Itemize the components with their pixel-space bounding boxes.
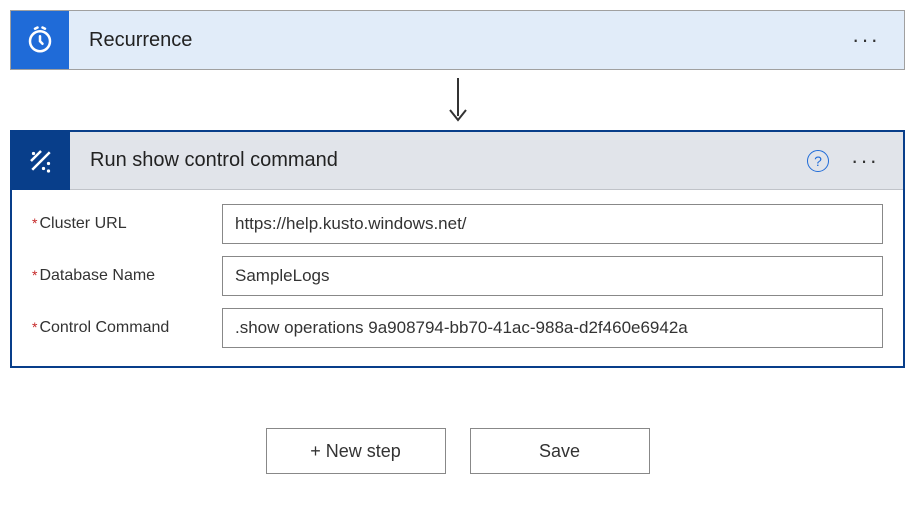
trigger-header: Recurrence ··· [11, 11, 904, 69]
more-icon[interactable]: ··· [848, 29, 884, 51]
new-step-button[interactable]: + New step [266, 428, 446, 474]
action-card: Run show control command ? ··· *Cluster … [10, 130, 905, 368]
flow-arrow [10, 70, 905, 130]
label-text: Cluster URL [39, 215, 126, 232]
schedule-icon [11, 11, 69, 69]
action-title: Run show control command [70, 149, 807, 172]
action-header[interactable]: Run show control command ? ··· [12, 132, 903, 190]
footer-buttons: + New step Save [10, 428, 905, 474]
database-name-label: *Database Name [32, 267, 222, 285]
field-row-database-name: *Database Name [32, 256, 883, 296]
label-text: Control Command [39, 319, 169, 336]
trigger-title: Recurrence [69, 29, 848, 52]
cluster-url-input[interactable] [222, 204, 883, 244]
help-icon[interactable]: ? [807, 150, 829, 172]
action-actions: ? ··· [807, 150, 903, 172]
kusto-icon [12, 132, 70, 190]
required-mark: * [32, 215, 37, 231]
more-icon[interactable]: ··· [847, 150, 883, 172]
trigger-actions: ··· [848, 29, 904, 51]
trigger-card[interactable]: Recurrence ··· [10, 10, 905, 70]
save-button[interactable]: Save [470, 428, 650, 474]
action-form: *Cluster URL *Database Name *Control Com… [12, 190, 903, 366]
control-command-label: *Control Command [32, 319, 222, 337]
required-mark: * [32, 267, 37, 283]
required-mark: * [32, 319, 37, 335]
control-command-input[interactable] [222, 308, 883, 348]
field-row-control-command: *Control Command [32, 308, 883, 348]
field-row-cluster-url: *Cluster URL [32, 204, 883, 244]
label-text: Database Name [39, 267, 155, 284]
database-name-input[interactable] [222, 256, 883, 296]
cluster-url-label: *Cluster URL [32, 215, 222, 233]
